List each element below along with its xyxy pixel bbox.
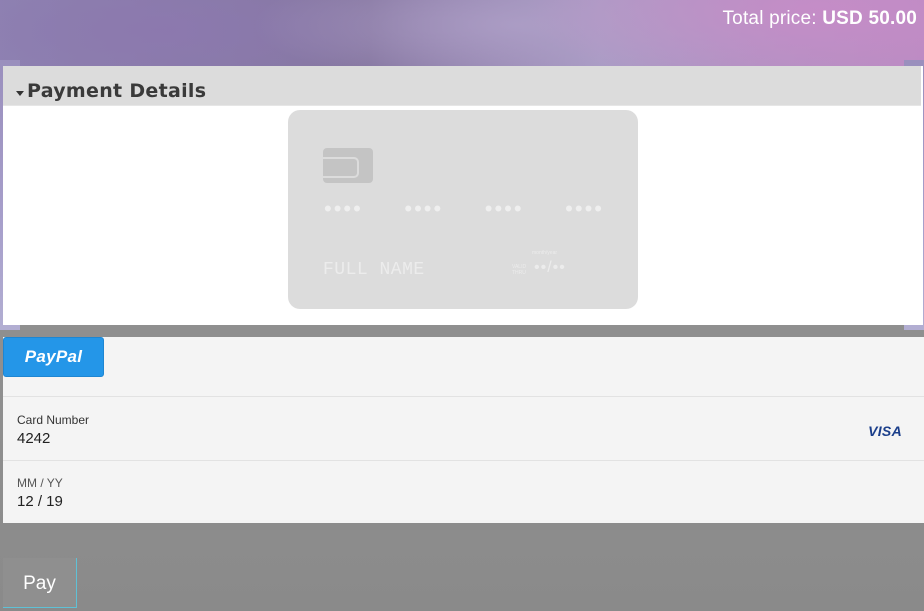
card-number-group: •••• (484, 196, 524, 221)
expiry-input[interactable]: 12 / 19 (17, 493, 63, 510)
total-price-label: Total price: (722, 8, 817, 29)
expiry-field[interactable]: MM / YY 12 / 19 (3, 461, 924, 523)
paypal-button[interactable]: PayPal (3, 337, 104, 377)
card-name-placeholder: FULL NAME (323, 260, 425, 280)
month-year-label: month/year (532, 250, 558, 256)
card-expiry-placeholder: ••/•• (534, 259, 566, 276)
card-chip-icon (323, 148, 373, 183)
card-number-group: •••• (565, 196, 604, 221)
card-number-label: Card Number (17, 413, 90, 427)
credit-card-preview: •••• •••• •••• •••• FULL NAME valid thru… (288, 110, 638, 309)
card-number-group: •••• (404, 196, 444, 221)
paypal-row: PayPal (3, 337, 924, 397)
card-number-field[interactable]: Card Number 4242 VISA (3, 398, 924, 461)
valid-thru-label: valid thru (512, 264, 527, 276)
payment-details-title: Payment Details (27, 80, 207, 102)
expiry-label: MM / YY (17, 476, 63, 490)
pay-button[interactable]: Pay (3, 558, 77, 608)
payment-details-header[interactable]: Payment Details (3, 66, 921, 106)
card-number-group: •••• (324, 196, 363, 221)
visa-icon: VISA (868, 423, 902, 439)
total-price-amount: USD 50.00 (822, 8, 917, 29)
total-price: Total price: USD 50.00 (722, 8, 917, 30)
payment-form: PayPal Card Number 4242 VISA MM / YY 12 … (3, 337, 924, 523)
card-number-input[interactable]: 4242 (17, 430, 50, 447)
payment-details-panel: Payment Details •••• •••• •••• •••• FULL… (3, 66, 923, 325)
caret-down-icon[interactable] (16, 91, 24, 96)
card-number-placeholder: •••• •••• •••• •••• (324, 196, 604, 221)
